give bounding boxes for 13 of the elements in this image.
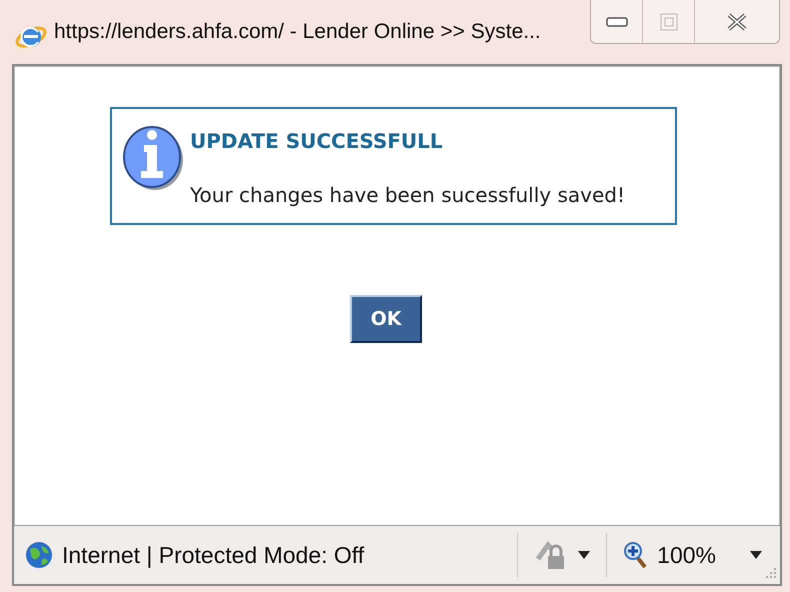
close-icon	[726, 12, 748, 32]
maximize-icon	[660, 12, 678, 30]
zoom-icon	[623, 541, 648, 569]
message-heading: UPDATE SUCCESSFULL	[190, 129, 444, 153]
window-title: https://lenders.ahfa.com/ - Lender Online >> Syste...	[54, 20, 541, 44]
minimize-icon	[606, 16, 628, 26]
caret-icon[interactable]	[578, 551, 590, 559]
globe-icon	[24, 540, 54, 570]
message-text: Your changes have been sucessfully saved!	[190, 183, 625, 207]
caret-icon[interactable]	[750, 551, 762, 559]
zoom-level[interactable]: 100%	[657, 542, 716, 568]
ok-button[interactable]: OK	[350, 295, 422, 343]
security-zone-text: Internet | Protected Mode: Off	[62, 542, 364, 568]
